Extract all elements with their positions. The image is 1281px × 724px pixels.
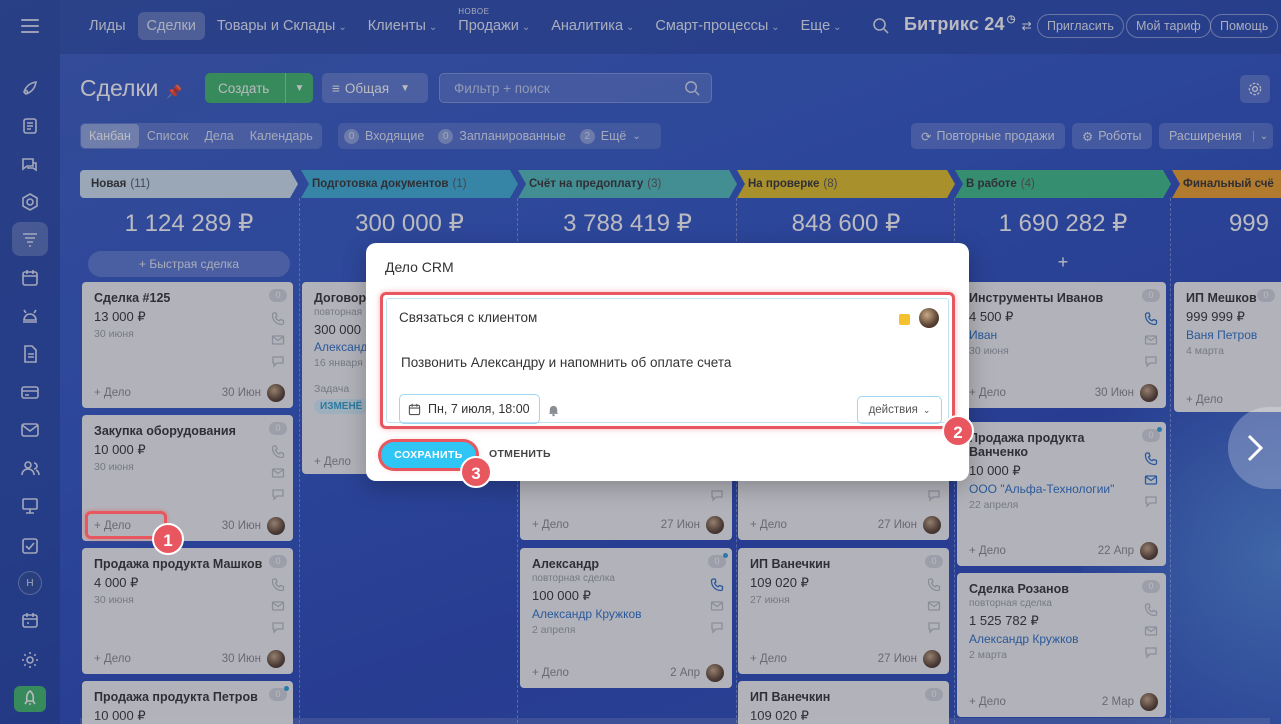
activity-editor: Связаться с клиентом Позвонить Александр… (380, 292, 955, 429)
activity-subject[interactable]: Связаться с клиентом (399, 310, 537, 325)
bell-icon[interactable] (547, 403, 560, 417)
deadline-picker[interactable]: Пн, 7 июля, 18:00 (399, 394, 540, 424)
calendar-icon (408, 403, 421, 415)
chevron-right-icon (1247, 434, 1263, 462)
step-marker-2: 2 (942, 415, 974, 447)
responsible-avatar[interactable] (919, 308, 939, 328)
actions-dropdown[interactable]: действия ⌄ (857, 396, 942, 424)
activity-description[interactable]: Позвонить Александру и напомнить об опла… (401, 355, 731, 370)
cancel-button[interactable]: ОТМЕНИТЬ (489, 448, 551, 460)
color-flag-icon[interactable] (899, 314, 910, 325)
chevron-down-icon: ⌄ (922, 404, 931, 415)
dialog-title: Дело CRM (385, 259, 454, 275)
deadline-value: Пн, 7 июля, 18:00 (428, 402, 530, 416)
step-marker-1: 1 (152, 523, 184, 555)
activity-editor-inner[interactable]: Связаться с клиентом Позвонить Александр… (386, 298, 949, 424)
crm-activity-dialog: Дело CRM Связаться с клиентом Позвонить … (366, 243, 969, 481)
step-marker-3: 3 (460, 456, 492, 488)
